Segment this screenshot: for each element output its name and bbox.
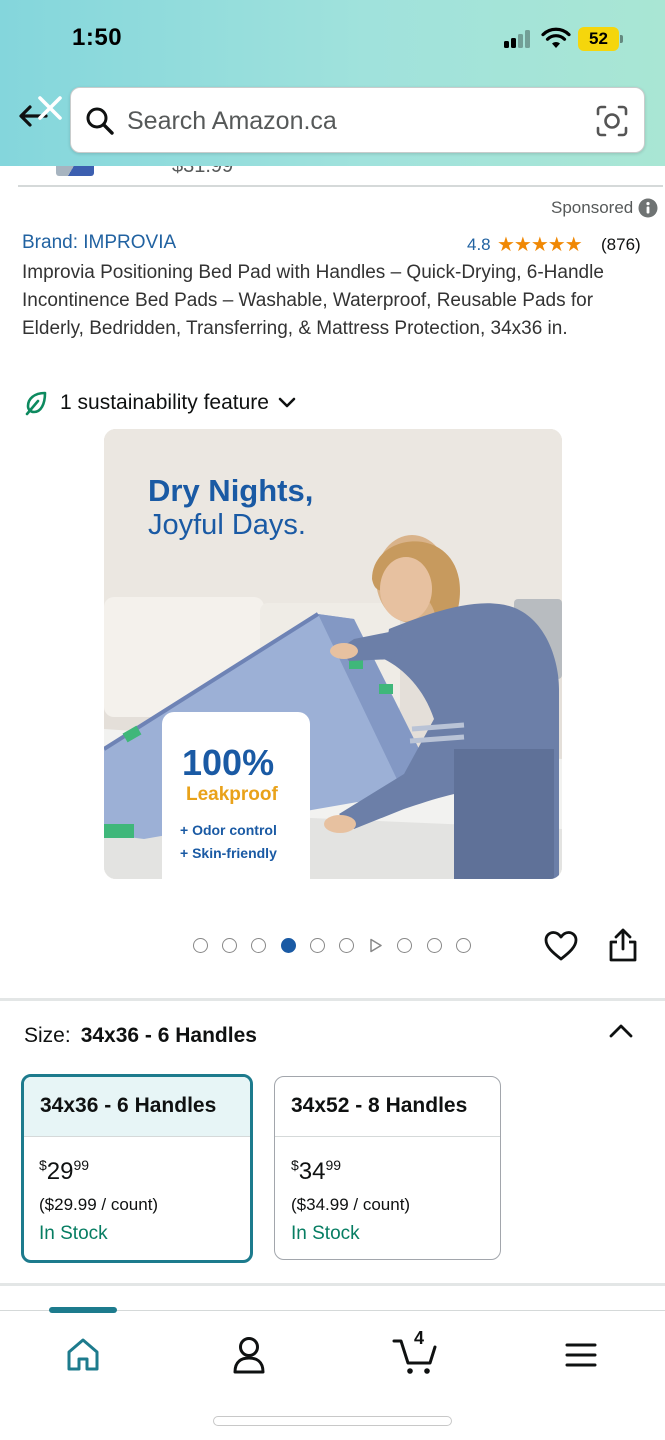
search-bar[interactable]: [70, 87, 645, 153]
chevron-down-icon: [278, 397, 296, 408]
feature-odor-control: + Odor control: [180, 822, 277, 838]
previous-result-price: $31.99: [172, 166, 234, 177]
status-time: 1:50: [72, 24, 123, 51]
cart-count-badge: 4: [414, 1328, 425, 1348]
sponsored-label: Sponsored: [551, 198, 634, 217]
previous-result-card[interactable]: $31.99: [0, 166, 665, 186]
carousel-dot[interactable]: [193, 938, 208, 953]
size-selector-header[interactable]: Size: 34x36 - 6 Handles: [24, 1024, 257, 1048]
sustainability-label: 1 sustainability feature: [60, 391, 269, 414]
size-option-stock: In Stock: [39, 1223, 108, 1244]
image-headline-1: Dry Nights,: [148, 473, 314, 508]
camera-lens-icon[interactable]: [595, 104, 629, 138]
carousel-dot[interactable]: [339, 938, 354, 953]
menu-icon[interactable]: [558, 1333, 604, 1377]
badge-label: Leakproof: [186, 784, 278, 805]
size-option-34x52[interactable]: 34x52 - 8 Handles $3499 ($34.99 / count)…: [274, 1076, 501, 1260]
rating-value[interactable]: 4.8: [467, 235, 491, 255]
carousel-dot[interactable]: [310, 938, 325, 953]
size-option-name: 34x36 - 6 Handles: [24, 1077, 250, 1137]
active-tab-indicator: [49, 1307, 117, 1313]
search-input[interactable]: [127, 100, 567, 142]
result-divider: [18, 185, 663, 187]
carousel-dot[interactable]: [456, 938, 471, 953]
carousel-dot[interactable]: [427, 938, 442, 953]
battery-level: 52: [589, 29, 608, 48]
wifi-icon: [541, 27, 571, 48]
size-option-stock: In Stock: [291, 1223, 360, 1244]
home-indicator[interactable]: [213, 1416, 452, 1426]
battery-icon: 52: [578, 27, 624, 51]
app-header: 1:50 52: [0, 0, 665, 166]
badge-percent: 100%: [182, 742, 275, 783]
info-icon[interactable]: [638, 198, 658, 218]
carousel-dot[interactable]: [251, 938, 266, 953]
size-label: Size:: [24, 1024, 71, 1047]
carousel-dot[interactable]: [397, 938, 412, 953]
carousel-video-icon[interactable]: [368, 938, 383, 953]
feature-skin-friendly: + Skin-friendly: [180, 845, 277, 861]
carousel-dot[interactable]: [222, 938, 237, 953]
leaf-icon: [25, 391, 47, 416]
account-icon[interactable]: [226, 1333, 272, 1377]
carousel-dot-active[interactable]: [281, 938, 296, 953]
product-title[interactable]: Improvia Positioning Bed Pad with Handle…: [22, 259, 632, 343]
star-rating-icon[interactable]: ★★★★★: [497, 232, 583, 257]
heart-icon[interactable]: [544, 930, 578, 962]
size-option-34x36[interactable]: 34x36 - 6 Handles $2999 ($29.99 / count)…: [21, 1074, 253, 1263]
share-icon[interactable]: [608, 927, 638, 963]
size-selected-value: 34x36 - 6 Handles: [80, 1024, 257, 1047]
image-headline-2: Joyful Days.: [148, 509, 306, 541]
section-divider: [0, 1283, 665, 1286]
brand-link[interactable]: Brand: IMPROVIA: [22, 232, 176, 254]
back-close-icon[interactable]: [16, 94, 68, 142]
size-option-price: $2999: [39, 1157, 90, 1185]
rating-count[interactable]: (876): [601, 235, 641, 255]
chevron-up-icon[interactable]: [608, 1022, 634, 1040]
home-icon[interactable]: [60, 1333, 106, 1377]
size-option-unit-price: ($34.99 / count): [291, 1195, 411, 1214]
sustainability-toggle[interactable]: 1 sustainability feature: [24, 388, 297, 418]
size-option-price: $3499: [291, 1157, 342, 1185]
size-option-name: 34x52 - 8 Handles: [275, 1077, 500, 1137]
product-image[interactable]: Dry Nights, Joyful Days. 100% Leakproof …: [104, 429, 562, 879]
search-icon: [86, 107, 114, 135]
section-divider: [0, 998, 665, 1001]
leakproof-badge: 100% Leakproof + Odor control + Skin-fri…: [162, 712, 310, 879]
size-option-unit-price: ($29.99 / count): [39, 1195, 159, 1214]
previous-result-thumbnail: [56, 166, 94, 176]
signal-icon: [504, 30, 536, 48]
